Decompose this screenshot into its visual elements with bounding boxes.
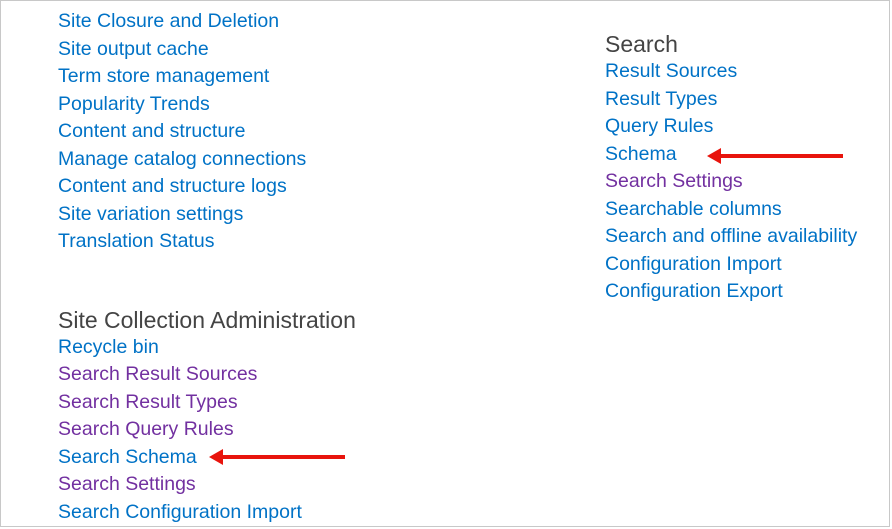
link-translation-status[interactable]: Translation Status	[58, 228, 478, 256]
link-search-settings-right[interactable]: Search Settings	[605, 168, 885, 196]
link-configuration-export[interactable]: Configuration Export	[605, 278, 885, 306]
link-searchable-columns[interactable]: Searchable columns	[605, 196, 885, 224]
link-result-types[interactable]: Result Types	[605, 86, 885, 114]
red-arrow-left-icon	[209, 449, 345, 465]
link-search-query-rules[interactable]: Search Query Rules	[58, 416, 478, 444]
link-content-and-structure[interactable]: Content and structure	[58, 118, 478, 146]
link-result-sources[interactable]: Result Sources	[605, 58, 885, 86]
link-term-store-management[interactable]: Term store management	[58, 63, 478, 91]
site-settings-link-list: Site Closure and Deletion Site output ca…	[58, 8, 478, 256]
link-site-closure-and-deletion[interactable]: Site Closure and Deletion	[58, 8, 478, 36]
link-search-settings[interactable]: Search Settings	[58, 471, 478, 499]
settings-panel: Site Closure and Deletion Site output ca…	[0, 0, 890, 527]
red-arrow-left-icon	[707, 148, 843, 164]
left-column: Site Closure and Deletion Site output ca…	[58, 8, 478, 526]
link-content-and-structure-logs[interactable]: Content and structure logs	[58, 173, 478, 201]
link-search-and-offline-availability[interactable]: Search and offline availability	[605, 223, 885, 251]
link-site-output-cache[interactable]: Site output cache	[58, 36, 478, 64]
search-heading: Search	[605, 31, 678, 57]
link-popularity-trends[interactable]: Popularity Trends	[58, 91, 478, 119]
site-collection-administration-heading: Site Collection Administration	[58, 306, 356, 333]
right-column: Search Result Sources Result Types Query…	[605, 30, 885, 306]
link-search-configuration-import[interactable]: Search Configuration Import	[58, 499, 478, 527]
link-recycle-bin[interactable]: Recycle bin	[58, 334, 478, 362]
link-manage-catalog-connections[interactable]: Manage catalog connections	[58, 146, 478, 174]
search-link-list: Result Sources Result Types Query Rules …	[605, 58, 885, 306]
link-search-result-types[interactable]: Search Result Types	[58, 389, 478, 417]
link-configuration-import[interactable]: Configuration Import	[605, 251, 885, 279]
link-query-rules[interactable]: Query Rules	[605, 113, 885, 141]
link-site-variation-settings[interactable]: Site variation settings	[58, 201, 478, 229]
site-collection-administration-link-list: Recycle bin Search Result Sources Search…	[58, 334, 478, 527]
link-search-result-sources[interactable]: Search Result Sources	[58, 361, 478, 389]
